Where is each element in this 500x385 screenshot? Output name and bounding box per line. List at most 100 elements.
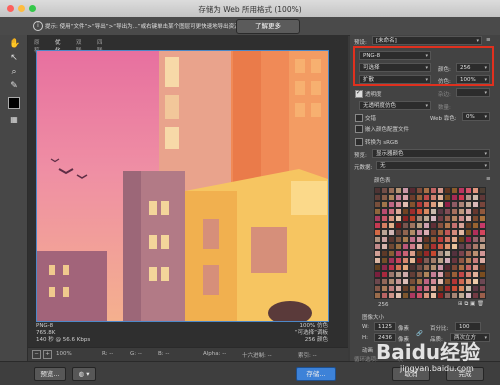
color-swatch[interactable] <box>416 187 423 194</box>
color-swatch[interactable] <box>409 215 416 222</box>
color-swatch[interactable] <box>395 285 402 292</box>
color-swatch[interactable] <box>451 194 458 201</box>
color-swatch[interactable] <box>374 257 381 264</box>
color-swatch[interactable] <box>479 250 486 257</box>
color-swatch[interactable] <box>374 201 381 208</box>
color-swatch[interactable] <box>381 208 388 215</box>
color-swatch[interactable] <box>458 201 465 208</box>
color-swatch[interactable] <box>395 250 402 257</box>
color-swatch[interactable] <box>402 194 409 201</box>
color-swatch[interactable] <box>479 243 486 250</box>
color-swatch[interactable] <box>451 243 458 250</box>
color-swatch[interactable] <box>388 285 395 292</box>
color-swatch[interactable] <box>402 278 409 285</box>
color-swatch[interactable] <box>437 201 444 208</box>
color-swatch[interactable] <box>423 285 430 292</box>
color-swatch[interactable] <box>388 292 395 299</box>
color-table-tools-icon[interactable]: ⊞ ⧉ ▣ 🗑 <box>458 301 484 308</box>
color-swatch[interactable] <box>472 201 479 208</box>
color-table[interactable] <box>374 187 486 299</box>
color-swatch[interactable] <box>395 201 402 208</box>
color-swatch[interactable] <box>381 271 388 278</box>
dither-algorithm-select[interactable]: 扩散 ▾ <box>359 75 431 84</box>
color-swatch[interactable] <box>381 285 388 292</box>
color-swatch[interactable] <box>388 194 395 201</box>
color-swatch[interactable] <box>395 271 402 278</box>
color-swatch[interactable] <box>472 194 479 201</box>
color-swatch[interactable] <box>409 236 416 243</box>
image-preview[interactable] <box>36 50 329 322</box>
color-swatch[interactable] <box>472 250 479 257</box>
color-swatch[interactable] <box>395 222 402 229</box>
color-swatch[interactable] <box>402 271 409 278</box>
color-swatch[interactable] <box>388 215 395 222</box>
color-table-menu-icon[interactable]: ≡ <box>486 176 491 182</box>
color-swatch[interactable] <box>430 201 437 208</box>
color-swatch[interactable] <box>374 187 381 194</box>
color-swatch[interactable] <box>465 187 472 194</box>
dither-amount-select[interactable]: 100% ▾ <box>456 75 490 84</box>
color-swatch[interactable] <box>458 243 465 250</box>
color-swatch[interactable] <box>437 187 444 194</box>
color-swatch[interactable] <box>458 285 465 292</box>
color-swatch[interactable] <box>472 187 479 194</box>
color-swatch[interactable] <box>437 243 444 250</box>
toggle-slices-icon[interactable]: ▦ <box>9 115 19 125</box>
eyedropper-color-swatch[interactable] <box>8 97 20 109</box>
color-swatch[interactable] <box>472 229 479 236</box>
color-swatch[interactable] <box>458 215 465 222</box>
color-swatch[interactable] <box>395 208 402 215</box>
color-swatch[interactable] <box>444 285 451 292</box>
color-swatch[interactable] <box>458 236 465 243</box>
color-swatch[interactable] <box>409 222 416 229</box>
color-swatch[interactable] <box>409 201 416 208</box>
color-swatch[interactable] <box>472 243 479 250</box>
interlaced-checkbox[interactable] <box>355 114 363 122</box>
color-swatch[interactable] <box>430 222 437 229</box>
color-swatch[interactable] <box>472 222 479 229</box>
color-swatch[interactable] <box>451 257 458 264</box>
color-swatch[interactable] <box>437 271 444 278</box>
color-swatch[interactable] <box>423 271 430 278</box>
color-swatch[interactable] <box>465 222 472 229</box>
color-swatch[interactable] <box>430 257 437 264</box>
color-swatch[interactable] <box>381 264 388 271</box>
color-swatch[interactable] <box>444 208 451 215</box>
color-swatch[interactable] <box>451 292 458 299</box>
color-swatch[interactable] <box>395 236 402 243</box>
embed-profile-checkbox[interactable] <box>355 125 363 133</box>
color-swatch[interactable] <box>479 285 486 292</box>
color-swatch[interactable] <box>402 222 409 229</box>
format-select[interactable]: PNG-8 ▾ <box>359 51 431 60</box>
color-swatch[interactable] <box>402 250 409 257</box>
color-swatch[interactable] <box>409 292 416 299</box>
color-swatch[interactable] <box>444 194 451 201</box>
color-swatch[interactable] <box>416 257 423 264</box>
preset-select[interactable]: [未命名] ▾ <box>372 36 482 45</box>
color-swatch[interactable] <box>444 236 451 243</box>
color-swatch[interactable] <box>409 264 416 271</box>
color-swatch[interactable] <box>395 215 402 222</box>
color-swatch[interactable] <box>423 250 430 257</box>
color-swatch[interactable] <box>444 187 451 194</box>
color-swatch[interactable] <box>458 194 465 201</box>
color-swatch[interactable] <box>472 292 479 299</box>
color-swatch[interactable] <box>444 264 451 271</box>
color-swatch[interactable] <box>479 292 486 299</box>
color-swatch[interactable] <box>416 292 423 299</box>
done-button[interactable]: 完成 <box>446 367 484 381</box>
color-swatch[interactable] <box>374 222 381 229</box>
color-swatch[interactable] <box>451 278 458 285</box>
color-swatch[interactable] <box>437 285 444 292</box>
color-swatch[interactable] <box>388 257 395 264</box>
eyedropper-tool-icon[interactable]: ✎ <box>9 81 19 91</box>
zoom-out-icon[interactable]: − <box>32 350 41 359</box>
color-swatch[interactable] <box>388 208 395 215</box>
color-swatch[interactable] <box>465 229 472 236</box>
color-swatch[interactable] <box>444 278 451 285</box>
color-swatch[interactable] <box>402 264 409 271</box>
convert-srgb-checkbox[interactable] <box>355 138 363 146</box>
color-swatch[interactable] <box>479 187 486 194</box>
color-swatch[interactable] <box>437 236 444 243</box>
color-swatch[interactable] <box>430 194 437 201</box>
